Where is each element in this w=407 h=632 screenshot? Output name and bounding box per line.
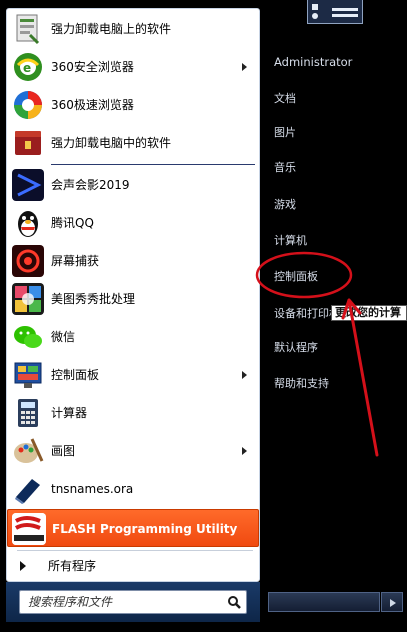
submenu-arrow-icon[interactable]	[242, 447, 247, 455]
video-editor-icon	[12, 169, 44, 201]
wechat-icon	[12, 321, 44, 353]
browser-360-icon: e	[12, 51, 44, 83]
recent-label: FLASH Programming Utility	[52, 522, 238, 536]
recent-control-panel[interactable]: 控制面板	[7, 356, 259, 394]
right-item-games[interactable]: 游戏	[274, 196, 296, 212]
recent-calculator[interactable]: 计算器	[7, 394, 259, 432]
tooltip: 更改您的计算	[331, 305, 407, 321]
annotation-arrow-icon	[341, 298, 379, 457]
recent-label: 画图	[51, 444, 76, 458]
recent-label: 腾讯QQ	[51, 216, 94, 230]
right-item-computer[interactable]: 计算机	[274, 232, 307, 248]
right-item-help-support[interactable]: 帮助和支持	[274, 375, 329, 391]
search-placeholder: 搜索程序和文件	[28, 595, 113, 609]
search-input[interactable]: 搜索程序和文件	[19, 590, 247, 614]
submenu-arrow-icon[interactable]	[242, 63, 247, 71]
user-avatar[interactable]	[307, 0, 363, 24]
uninstaller-icon	[12, 13, 44, 45]
recent-video-editor[interactable]: 会声会影2019	[7, 166, 259, 204]
pinned-uninstall-box[interactable]: 强力卸载电脑中的软件	[7, 124, 259, 162]
pinned-label: 360极速浏览器	[51, 98, 134, 112]
uninstall-box-icon	[12, 127, 44, 159]
control-panel-icon	[12, 359, 44, 391]
right-item-pictures[interactable]: 图片	[274, 124, 296, 140]
qq-penguin-icon	[12, 207, 44, 239]
silicon-labs-icon	[12, 513, 46, 545]
recent-qq[interactable]: 腾讯QQ	[7, 204, 259, 242]
pinned-label: 强力卸载电脑中的软件	[51, 136, 172, 150]
screen-capture-icon	[12, 245, 44, 277]
paint-icon	[12, 435, 44, 467]
pinned-label: 强力卸载电脑上的软件	[51, 22, 172, 36]
recent-label: 会声会影2019	[51, 178, 130, 192]
all-programs-button[interactable]: 所有程序	[7, 552, 259, 580]
pinned-label: 360安全浏览器	[51, 60, 134, 74]
all-programs-separator	[17, 550, 253, 551]
pinned-360-speed-browser[interactable]: 360极速浏览器	[7, 86, 259, 124]
pinned-uninstaller[interactable]: 强力卸载电脑上的软件	[7, 10, 259, 48]
submenu-arrow-icon[interactable]	[242, 371, 247, 379]
recent-label: 控制面板	[51, 368, 100, 382]
triangle-right-icon	[20, 561, 26, 571]
calculator-icon	[12, 397, 44, 429]
right-item-default-programs[interactable]: 默认程序	[274, 339, 318, 355]
pinned-separator	[51, 164, 255, 165]
recent-label: tnsnames.ora	[51, 482, 134, 496]
recent-label: 微信	[51, 330, 76, 344]
recent-wechat[interactable]: 微信	[7, 318, 259, 356]
all-programs-label: 所有程序	[48, 559, 97, 573]
recent-label: 计算器	[51, 406, 88, 420]
meitu-icon	[12, 283, 44, 315]
recent-label: 美图秀秀批处理	[51, 292, 136, 306]
right-item-music[interactable]: 音乐	[274, 159, 296, 175]
recent-meitu[interactable]: 美图秀秀批处理	[7, 280, 259, 318]
recent-paint[interactable]: 画图	[7, 432, 259, 470]
right-item-user[interactable]: Administrator	[274, 55, 352, 69]
shutdown-options-button[interactable]	[381, 592, 403, 612]
file-icon	[12, 473, 44, 505]
pinned-360-browser[interactable]: e 360安全浏览器	[7, 48, 259, 86]
right-item-documents[interactable]: 文档	[274, 90, 296, 106]
shutdown-button[interactable]	[268, 592, 380, 612]
recent-label: 屏幕捕获	[51, 254, 100, 268]
right-item-control-panel[interactable]: 控制面板	[274, 268, 318, 284]
search-strip: 搜索程序和文件	[6, 582, 260, 622]
start-menu-left-pane: 强力卸载电脑上的软件 e 360安全浏览器 360极速浏览器 强力卸载电脑中的软…	[6, 8, 260, 582]
search-icon[interactable]	[227, 595, 241, 609]
recent-screen-capture[interactable]: 屏幕捕获	[7, 242, 259, 280]
recent-flash-utility[interactable]: FLASH Programming Utility	[7, 509, 259, 547]
recent-tnsnames[interactable]: tnsnames.ora	[7, 470, 259, 508]
svg-text:e: e	[23, 61, 31, 75]
browser-360-speed-icon	[12, 89, 44, 121]
